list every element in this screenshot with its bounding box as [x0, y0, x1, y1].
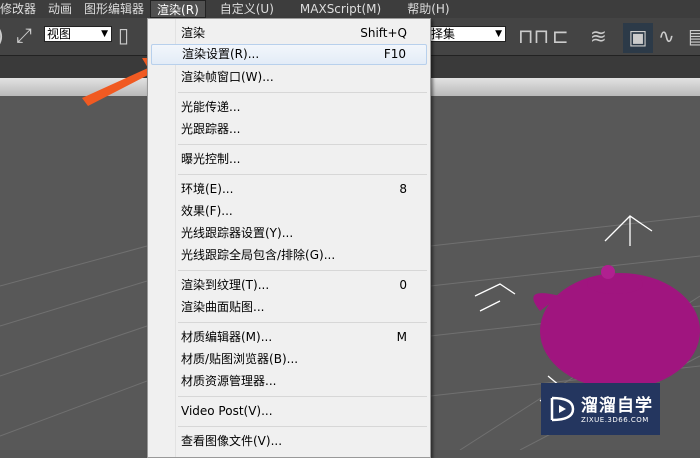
menu-item-material-map-browser[interactable]: 材质/贴图浏览器(B)... — [151, 349, 427, 370]
rotate-icon[interactable]: ) — [0, 26, 4, 46]
mirror-icon[interactable]: ⊓⊓ — [518, 26, 549, 46]
shortcut: M — [396, 330, 407, 344]
align-icon[interactable]: ⊏ — [552, 26, 569, 46]
menu-item-view-image-file[interactable]: 查看图像文件(V)... — [151, 431, 427, 452]
menu-rendering[interactable]: 渲染(R) — [150, 0, 206, 18]
menu-modifiers[interactable]: 修改器 — [0, 0, 42, 18]
scale-icon[interactable]: ⤢ — [16, 25, 32, 45]
curve-editor-icon[interactable]: ∿ — [658, 26, 675, 46]
label: 材质编辑器(M)... — [181, 330, 273, 344]
menu-item-render-setup[interactable]: 渲染设置(R)... F10 — [151, 44, 427, 65]
schematic-icon[interactable]: ▤ — [688, 26, 700, 46]
menu-item-light-tracer[interactable]: 光跟踪器... — [151, 119, 427, 140]
menu-item-radiosity[interactable]: 光能传递... — [151, 97, 427, 118]
shortcut: Shift+Q — [360, 26, 407, 40]
menu-item-render-to-texture[interactable]: 渲染到纹理(T)... 0 — [151, 275, 427, 296]
pivot-icon[interactable]: ▯ — [118, 25, 129, 45]
menu-bar: 修改器 动画 图形编辑器 渲染(R) 自定义(U) MAXScript(M) 帮… — [0, 0, 700, 18]
layers-icon[interactable]: ≋ — [590, 26, 607, 46]
named-selection-set[interactable]: 择集 ▼ — [428, 26, 506, 42]
watermark-url: ZIXUE.3D66.COM — [581, 416, 649, 424]
chevron-down-icon: ▼ — [495, 29, 502, 39]
menu-item-video-post[interactable]: Video Post(V)... — [151, 401, 427, 422]
selection-set-value: 择集 — [431, 27, 456, 41]
reference-coord-value: 视图 — [47, 27, 72, 41]
menu-item-exposure-control[interactable]: 曝光控制... — [151, 149, 427, 170]
menu-animation[interactable]: 动画 — [42, 0, 78, 18]
reference-coord-select[interactable]: 视图 ▼ — [44, 26, 112, 42]
label: 渲染设置(R)... — [182, 47, 260, 61]
menu-graph-editors[interactable]: 图形编辑器 — [78, 0, 150, 18]
shortcut: 0 — [399, 278, 407, 292]
shortcut: F10 — [383, 47, 406, 61]
label: 渲染 — [181, 26, 206, 40]
shortcut: 8 — [399, 182, 407, 196]
chevron-down-icon: ▼ — [101, 29, 108, 39]
menu-item-effects[interactable]: 效果(F)... — [151, 201, 427, 222]
menu-item-render[interactable]: 渲染 Shift+Q — [151, 23, 427, 44]
play-logo-icon — [550, 396, 575, 422]
menu-item-raytrace-include-exclude[interactable]: 光线跟踪全局包含/排除(G)... — [151, 245, 427, 266]
menu-item-material-explorer[interactable]: 材质资源管理器... — [151, 371, 427, 392]
scene-explorer-icon[interactable]: ▣ — [623, 23, 653, 53]
label: 环境(E)... — [181, 182, 234, 196]
menu-item-rendered-frame-window[interactable]: 渲染帧窗口(W)... — [151, 67, 427, 88]
rendering-dropdown-menu: 渲染 Shift+Q 渲染设置(R)... F10 渲染帧窗口(W)... 光能传递… — [147, 18, 431, 458]
label: 渲染到纹理(T)... — [181, 278, 270, 292]
menu-item-raytracer-settings[interactable]: 光线跟踪器设置(Y)... — [151, 223, 427, 244]
watermark-title: 溜溜自学 — [581, 396, 653, 416]
menu-maxscript[interactable]: MAXScript(M) — [294, 0, 387, 18]
watermark: 溜溜自学 ZIXUE.3D66.COM — [541, 383, 660, 435]
menu-item-render-surface-map[interactable]: 渲染曲面贴图... — [151, 297, 427, 318]
menu-help[interactable]: 帮助(H) — [401, 0, 455, 18]
menu-customize[interactable]: 自定义(U) — [214, 0, 280, 18]
menu-item-material-editor[interactable]: 材质编辑器(M)... M — [151, 327, 427, 348]
menu-item-environment[interactable]: 环境(E)... 8 — [151, 179, 427, 200]
teapot — [533, 265, 700, 389]
